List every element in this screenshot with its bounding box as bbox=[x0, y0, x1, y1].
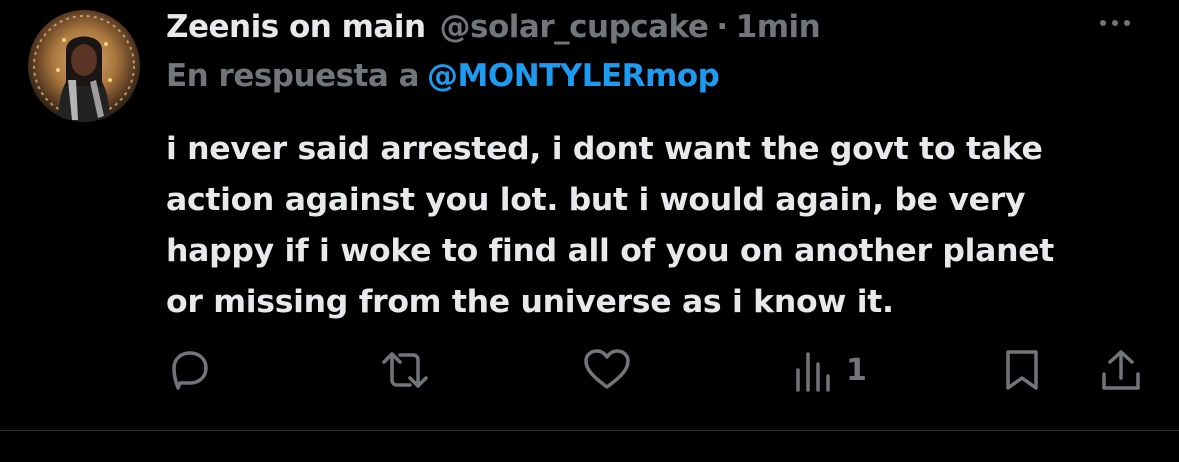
views-icon bbox=[796, 352, 830, 392]
bookmark-button[interactable] bbox=[1000, 346, 1044, 394]
tweet-header: Zeenis on main @solar_cupcake · 1min bbox=[166, 4, 821, 50]
reply-to-link[interactable]: @MONTYLERmop bbox=[427, 58, 720, 94]
divider bbox=[0, 430, 1179, 431]
tweet-text-line: or missing from the universe as i know i… bbox=[166, 284, 894, 320]
author-handle[interactable]: @solar_cupcake bbox=[440, 9, 709, 45]
reply-context: En respuesta a @MONTYLERmop bbox=[166, 58, 720, 94]
timestamp[interactable]: 1min bbox=[736, 9, 821, 45]
views-button[interactable]: 1 bbox=[794, 346, 867, 394]
reply-icon bbox=[172, 351, 208, 390]
tweet-text-line: happy if i woke to find all of you on an… bbox=[166, 233, 1055, 269]
bookmark-icon bbox=[1006, 350, 1038, 390]
retweet-button[interactable] bbox=[380, 346, 430, 394]
action-bar: 1 bbox=[0, 340, 1179, 400]
author-name[interactable]: Zeenis on main bbox=[166, 9, 426, 45]
reply-prefix: En respuesta a bbox=[166, 58, 420, 94]
more-icon[interactable] bbox=[1100, 12, 1146, 34]
reply-button[interactable] bbox=[166, 346, 214, 394]
heart-icon bbox=[584, 349, 630, 389]
share-icon bbox=[1102, 350, 1140, 390]
like-button[interactable] bbox=[582, 346, 632, 394]
tweet-text-line: action against you lot. but i would agai… bbox=[166, 182, 1026, 218]
views-count: 1 bbox=[846, 352, 867, 388]
avatar-illustration bbox=[33, 15, 135, 122]
tweet-text-line: i never said arrested, i dont want the g… bbox=[166, 131, 1043, 167]
avatar[interactable] bbox=[28, 10, 140, 122]
tweet-text: i never said arrested, i dont want the g… bbox=[166, 124, 1146, 328]
separator-dot: · bbox=[716, 9, 728, 45]
share-button[interactable] bbox=[1098, 346, 1144, 394]
retweet-icon bbox=[382, 352, 428, 388]
tweet[interactable]: Zeenis on main @solar_cupcake · 1min En … bbox=[0, 0, 1179, 430]
